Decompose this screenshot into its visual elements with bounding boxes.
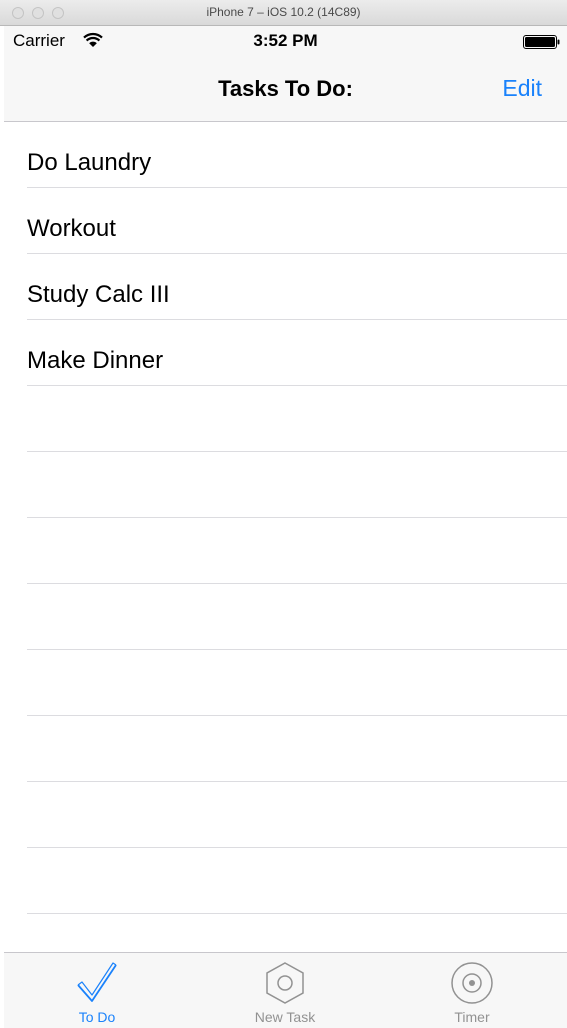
status-bar: Carrier 3:52 PM — [4, 26, 567, 56]
window-title: iPhone 7 – iOS 10.2 (14C89) — [206, 5, 361, 19]
tab-bar: To Do New Task Timer — [4, 952, 567, 1028]
tab-label-new-task: New Task — [254, 1009, 316, 1025]
tab-new-task[interactable]: New Task — [215, 953, 355, 1028]
checkmark-icon — [77, 962, 117, 1002]
task-label: Workout — [27, 215, 116, 242]
hexagon-icon — [266, 962, 304, 1004]
empty-row — [4, 584, 567, 650]
status-time: 3:52 PM — [253, 31, 318, 50]
empty-row — [4, 386, 567, 452]
task-row[interactable]: Workout — [4, 188, 567, 254]
tab-label-to-do: To Do — [78, 1009, 116, 1025]
task-row[interactable]: Make Dinner — [4, 320, 567, 386]
task-row[interactable]: Study Calc III — [4, 254, 567, 320]
empty-row — [4, 848, 567, 914]
task-label: Study Calc III — [27, 281, 170, 308]
task-label: Do Laundry — [27, 149, 152, 176]
tab-label-timer: Timer — [454, 1009, 490, 1025]
empty-row — [4, 716, 567, 782]
empty-row — [4, 914, 567, 952]
empty-row — [4, 518, 567, 584]
phone-screen: Carrier 3:52 PM Tasks To Do: Edit Do Lau… — [4, 26, 567, 1028]
battery-icon — [523, 35, 560, 49]
timer-icon — [451, 962, 493, 1004]
window-titlebar: iPhone 7 – iOS 10.2 (14C89) — [0, 0, 567, 26]
empty-row — [4, 452, 567, 518]
tab-timer[interactable]: Timer — [402, 953, 542, 1028]
task-list[interactable]: Do Laundry Workout Study Calc III Make D… — [4, 122, 567, 952]
page-title: Tasks To Do: — [218, 76, 353, 101]
task-row[interactable]: Do Laundry — [4, 122, 567, 188]
navigation-bar: Tasks To Do: Edit — [4, 56, 567, 122]
tab-to-do[interactable]: To Do — [27, 953, 167, 1028]
task-label: Make Dinner — [27, 347, 164, 374]
empty-row — [4, 782, 567, 848]
empty-row — [4, 650, 567, 716]
simulator-window: iPhone 7 – iOS 10.2 (14C89) Carrier 3:52… — [0, 0, 567, 1028]
edit-button[interactable]: Edit — [502, 75, 542, 102]
